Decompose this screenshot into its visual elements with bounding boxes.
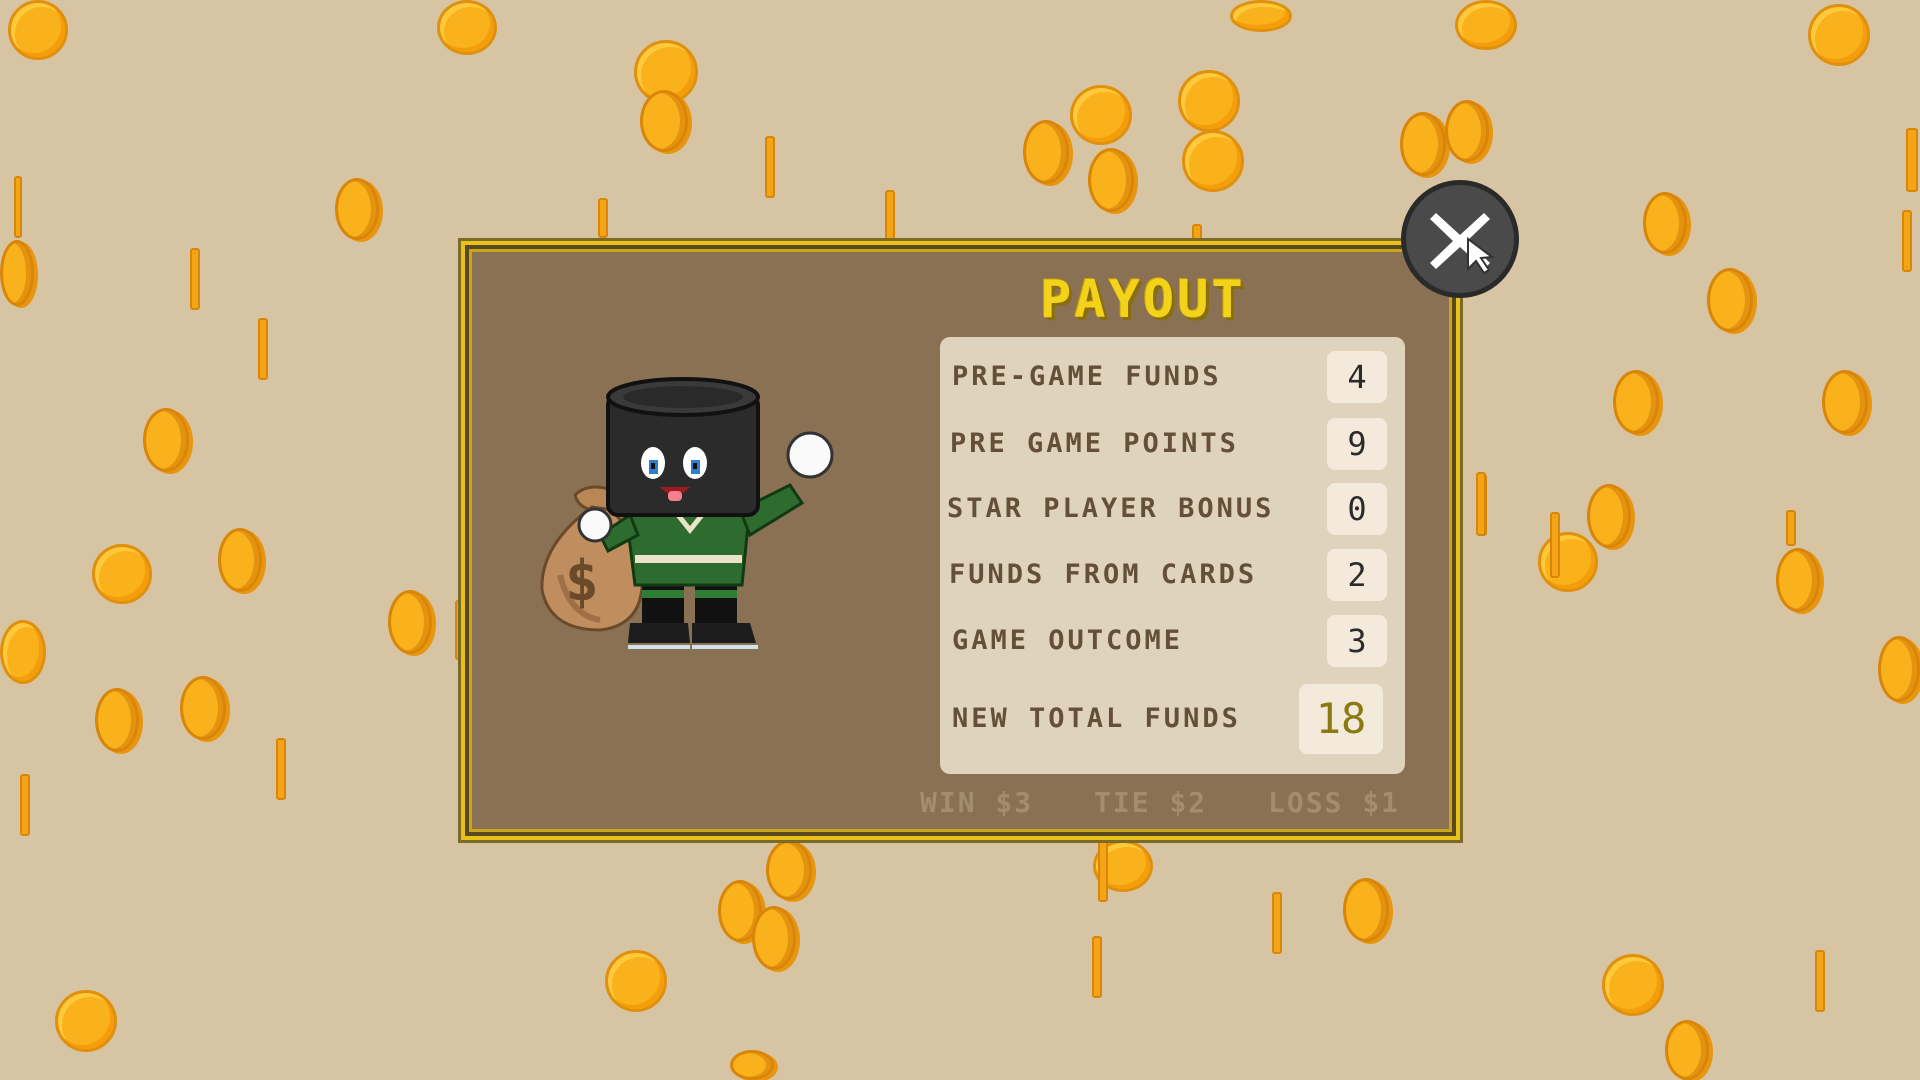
row-label: STAR PLAYER BONUS	[947, 493, 1275, 524]
gold-coin-icon	[1023, 120, 1069, 184]
row-value: 3	[1327, 615, 1387, 667]
gold-coin-icon	[1602, 954, 1664, 1016]
gold-coin-icon	[1098, 840, 1108, 902]
row-funds-from-cards: FUNDS FROM CARDS 2	[940, 545, 1405, 605]
bag-glove	[577, 507, 613, 543]
loss-rate: LOSS $1	[1268, 786, 1401, 819]
gold-coin-icon	[1822, 370, 1868, 434]
gold-coin-icon	[885, 190, 895, 240]
payout-title: PAYOUT	[1040, 270, 1246, 330]
gold-coin-icon	[143, 408, 189, 472]
gold-coin-icon	[1815, 950, 1825, 1012]
row-pregame-funds: PRE-GAME FUNDS 4	[940, 347, 1405, 407]
gold-coin-icon	[1613, 370, 1659, 434]
gold-coin-icon	[1400, 112, 1446, 176]
gold-coin-icon	[1902, 210, 1912, 272]
close-button[interactable]	[1401, 180, 1519, 298]
gold-coin-icon	[14, 176, 22, 238]
svg-text:$: $	[565, 549, 599, 614]
gold-coin-icon	[1455, 0, 1517, 50]
row-pregame-points: PRE GAME POINTS 9	[940, 414, 1405, 474]
gold-coin-icon	[1538, 532, 1598, 592]
gold-coin-icon	[766, 840, 812, 900]
tie-rate: TIE $2	[1094, 786, 1208, 819]
hockey-puck-mascot-icon: $	[540, 377, 834, 649]
win-rate: WIN $3	[920, 786, 1034, 819]
row-star-player-bonus: STAR PLAYER BONUS 0	[940, 479, 1405, 539]
gold-coin-icon	[765, 136, 775, 198]
gold-coin-icon	[1182, 130, 1244, 192]
gold-coin-icon	[1343, 878, 1389, 942]
cursor-icon	[1467, 237, 1495, 275]
gold-coin-icon	[1906, 128, 1918, 192]
gold-coin-icon	[276, 738, 286, 800]
total-label: NEW TOTAL FUNDS	[952, 703, 1241, 734]
mascot-legs	[628, 580, 758, 649]
gold-coin-icon	[335, 178, 379, 240]
row-label: FUNDS FROM CARDS	[949, 559, 1258, 590]
row-value: 9	[1327, 418, 1387, 470]
gold-coin-icon	[0, 240, 34, 306]
gold-coin-icon	[1272, 892, 1282, 954]
gold-coin-icon	[1808, 4, 1870, 66]
gold-coin-icon	[388, 590, 432, 654]
gold-coin-icon	[605, 950, 667, 1012]
puck-head	[606, 377, 760, 517]
gold-coin-icon	[598, 198, 608, 238]
gold-coin-icon	[1092, 936, 1102, 998]
gold-coin-icon	[92, 544, 152, 604]
gold-coin-icon	[1445, 100, 1489, 162]
payout-table: PRE-GAME FUNDS 4 PRE GAME POINTS 9 STAR …	[940, 337, 1405, 774]
gold-coin-icon	[1587, 484, 1631, 548]
outcome-rates: WIN $3 TIE $2 LOSS $1	[920, 783, 1430, 823]
gold-coin-icon	[752, 906, 796, 970]
row-game-outcome: GAME OUTCOME 3	[940, 611, 1405, 671]
gold-coin-icon	[1070, 85, 1132, 145]
gold-coin-icon	[218, 528, 262, 592]
gold-coin-icon	[1550, 512, 1560, 578]
gold-coin-icon	[1707, 268, 1753, 332]
row-value: 4	[1327, 351, 1387, 403]
row-label: PRE-GAME FUNDS	[952, 361, 1222, 392]
row-label: GAME OUTCOME	[952, 625, 1184, 656]
gold-coin-icon	[1230, 0, 1292, 32]
gold-coin-icon	[190, 248, 200, 310]
gold-coin-icon	[1088, 148, 1134, 212]
close-x-icon	[1430, 213, 1495, 275]
gold-coin-icon	[1776, 548, 1820, 612]
gold-coin-icon	[437, 0, 497, 55]
gold-coin-icon	[730, 1050, 774, 1080]
gold-coin-icon	[20, 774, 30, 836]
row-value: 0	[1327, 483, 1387, 535]
gold-coin-icon	[180, 676, 226, 740]
gold-coin-icon	[1786, 510, 1796, 546]
gold-coin-icon	[95, 688, 139, 752]
row-label: PRE GAME POINTS	[950, 428, 1239, 459]
gold-coin-icon	[1878, 636, 1920, 702]
total-value: 18	[1299, 684, 1383, 754]
gold-coin-icon	[55, 990, 117, 1052]
gold-coin-icon	[640, 90, 688, 152]
row-value: 2	[1327, 549, 1387, 601]
gold-coin-icon	[258, 318, 268, 380]
raised-glove	[786, 431, 834, 479]
gold-coin-icon	[1643, 192, 1687, 254]
gold-coin-icon	[0, 620, 46, 684]
gold-coin-icon	[8, 0, 68, 60]
row-new-total-funds: NEW TOTAL FUNDS 18	[940, 684, 1405, 754]
gold-coin-icon	[1178, 70, 1240, 132]
gold-coin-icon	[1665, 1020, 1709, 1080]
gold-coin-icon	[1476, 472, 1486, 536]
